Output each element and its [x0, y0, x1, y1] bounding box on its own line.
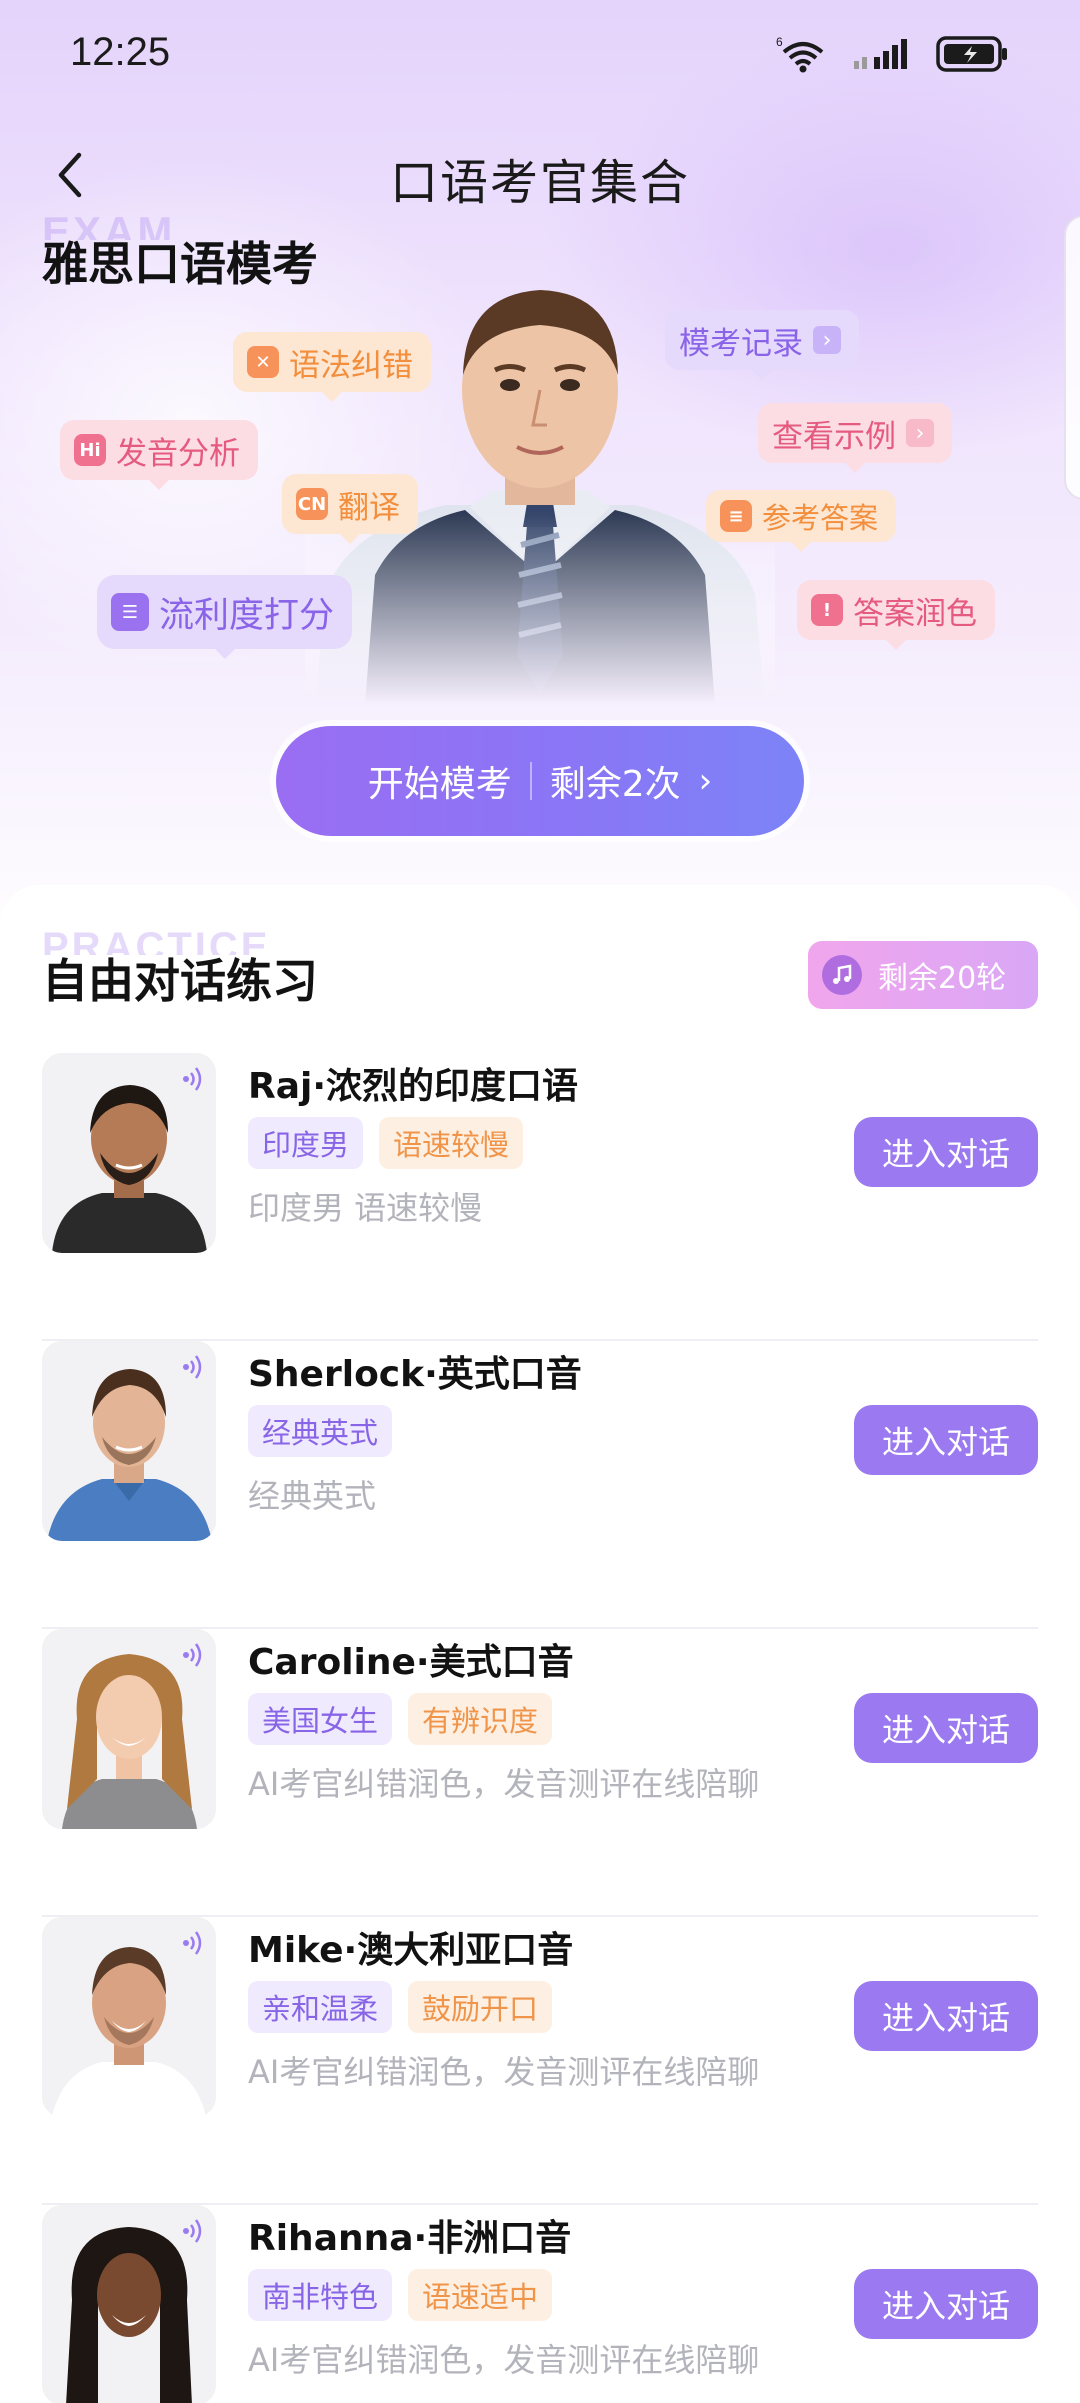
tutor-row-raj: Raj·浓烈的印度口语 印度男 语速较慢 印度男 语速较慢 进入对话 — [42, 1053, 1038, 1341]
nav-bar: 口语考官集合 — [0, 135, 1080, 215]
tag-grammar-label: 语法纠错 — [289, 347, 413, 384]
tutor-row-rihanna: Rihanna·非洲口音 南非特色 语速适中 AI考官纠错润色，发音测评在线陪聊… — [42, 2205, 1038, 2403]
tag-grammar-correction: ✕ 语法纠错 — [233, 332, 431, 402]
tag-view-example[interactable]: 查看示例 › — [758, 403, 952, 473]
exam-section-title: 雅思口语模考 — [42, 237, 318, 291]
tutor-tags: 经典英式 — [248, 1405, 393, 1457]
bars-icon: ☰ — [111, 593, 149, 631]
wifi-icon: 6 — [776, 34, 830, 74]
tutor-tag: 有辨识度 — [408, 1693, 553, 1745]
tag-polish-label: 答案润色 — [853, 595, 977, 632]
enter-dialogue-button[interactable]: 进入对话 — [854, 1693, 1038, 1763]
cn-bubble-icon: CN — [296, 488, 328, 520]
tag-exam-record[interactable]: 模考记录 › — [665, 310, 859, 380]
tag-reference-answer: ≡ 参考答案 — [706, 490, 897, 552]
tag-pronunciation-label: 发音分析 — [116, 435, 240, 472]
tag-answer-polish: ! 答案润色 — [797, 580, 995, 650]
tutor-name: Raj·浓烈的印度口语 — [248, 1066, 579, 1107]
tutor-tags: 美国女生 有辨识度 — [248, 1693, 553, 1745]
sound-wave-icon[interactable] — [182, 1065, 206, 1097]
page-title: 口语考官集合 — [389, 155, 690, 211]
tag-fluency-label: 流利度打分 — [159, 595, 335, 636]
tutor-tag: 经典英式 — [248, 1405, 393, 1457]
status-bar: 12:25 6 — [0, 0, 1080, 110]
sound-wave-icon[interactable] — [182, 1353, 206, 1385]
tutor-tag: 印度男 — [248, 1117, 364, 1169]
tutor-name: Caroline·美式口音 — [248, 1642, 574, 1683]
tutor-name: Rihanna·非洲口音 — [248, 2218, 572, 2259]
start-exam-button[interactable]: 开始模考 剩余2次 › — [276, 726, 804, 836]
tag-fluency-score: ☰ 流利度打分 — [97, 575, 353, 659]
enter-dialogue-button[interactable]: 进入对话 — [854, 1117, 1038, 1187]
tutor-tags: 南非特色 语速适中 — [248, 2269, 553, 2321]
button-divider — [529, 762, 532, 800]
sound-wave-icon[interactable] — [182, 1641, 206, 1673]
sound-wave-icon[interactable] — [182, 2217, 206, 2249]
tag-record-label: 模考记录 — [679, 325, 803, 362]
status-icons: 6 — [776, 34, 1010, 74]
book-icon: ! — [811, 594, 843, 626]
avatar[interactable] — [42, 2205, 216, 2403]
tutor-description: 印度男 语速较慢 — [248, 1189, 483, 1227]
signal-icon — [852, 37, 914, 71]
avatar[interactable] — [42, 1053, 216, 1253]
chevron-right-icon: › — [698, 761, 713, 801]
tutor-name: Mike·澳大利亚口音 — [248, 1930, 574, 1971]
tag-example-label: 查看示例 — [772, 418, 896, 455]
enter-dialogue-button[interactable]: 进入对话 — [854, 1405, 1038, 1475]
sound-wave-icon[interactable] — [182, 1929, 206, 1961]
tag-translate-label: 翻译 — [338, 489, 400, 526]
tutor-tag: 鼓励开口 — [408, 1981, 553, 2033]
music-note-icon — [822, 955, 862, 995]
chevron-right-icon: › — [813, 326, 841, 354]
tutor-tag: 亲和温柔 — [248, 1981, 393, 2033]
practice-section-title: 自由对话练习 — [42, 954, 318, 1008]
tag-reference-label: 参考答案 — [762, 501, 879, 535]
tutor-name: Sherlock·英式口音 — [248, 1354, 582, 1395]
avatar[interactable] — [42, 1917, 216, 2117]
remaining-rounds-badge: 剩余20轮 — [808, 941, 1038, 1009]
page: 12:25 6 口语考官集合 EXAM 雅思口语模考 ✕ 语法纠错 模考记录 ›… — [0, 0, 1080, 2403]
tutor-tag: 语速适中 — [408, 2269, 553, 2321]
start-exam-remaining: 剩余2次 — [549, 764, 681, 805]
enter-dialogue-button[interactable]: 进入对话 — [854, 1981, 1038, 2051]
battery-icon — [936, 36, 1010, 72]
status-time: 12:25 — [70, 30, 171, 74]
tutor-tags: 印度男 语速较慢 — [248, 1117, 524, 1169]
tag-pronunciation-analysis: Hi 发音分析 — [60, 420, 258, 490]
enter-dialogue-button[interactable]: 进入对话 — [854, 2269, 1038, 2339]
tutor-row-caroline: Caroline·美式口音 美国女生 有辨识度 AI考官纠错润色，发音测评在线陪… — [42, 1629, 1038, 1917]
tutor-tag: 语速较慢 — [379, 1117, 524, 1169]
close-square-icon: ✕ — [247, 346, 279, 378]
tutor-row-sherlock: Sherlock·英式口音 经典英式 经典英式 进入对话 — [42, 1341, 1038, 1629]
avatar[interactable] — [42, 1341, 216, 1541]
tutor-tag: 美国女生 — [248, 1693, 393, 1745]
avatar[interactable] — [42, 1629, 216, 1829]
hi-bubble-icon: Hi — [74, 434, 106, 466]
tutor-tags: 亲和温柔 鼓励开口 — [248, 1981, 553, 2033]
tag-translate: CN 翻译 — [282, 474, 418, 544]
wifi-network-label: 6 — [776, 35, 783, 49]
tutor-row-mike: Mike·澳大利亚口音 亲和温柔 鼓励开口 AI考官纠错润色，发音测评在线陪聊 … — [42, 1917, 1038, 2205]
chevron-right-icon: › — [906, 419, 934, 447]
document-icon: ≡ — [720, 500, 752, 532]
tutor-description: AI考官纠错润色，发音测评在线陪聊 — [248, 1765, 760, 1803]
tutor-list: Raj·浓烈的印度口语 印度男 语速较慢 印度男 语速较慢 进入对话 Sherl… — [42, 1053, 1038, 2403]
start-exam-label: 开始模考 — [367, 764, 512, 805]
tutor-description: AI考官纠错润色，发音测评在线陪聊 — [248, 2053, 760, 2091]
tutor-tag: 南非特色 — [248, 2269, 393, 2321]
practice-section: PRACTICE 自由对话练习 剩余20轮 Raj·浓烈的印度口语 印度男 语速… — [0, 885, 1080, 2403]
tutor-description: AI考官纠错润色，发音测评在线陪聊 — [248, 2341, 760, 2379]
tutor-description: 经典英式 — [248, 1477, 377, 1515]
side-drawer-handle[interactable] — [1064, 215, 1080, 500]
remaining-rounds-label: 剩余20轮 — [878, 961, 1007, 996]
start-exam-button-wrap: 开始模考 剩余2次 › — [270, 720, 810, 842]
